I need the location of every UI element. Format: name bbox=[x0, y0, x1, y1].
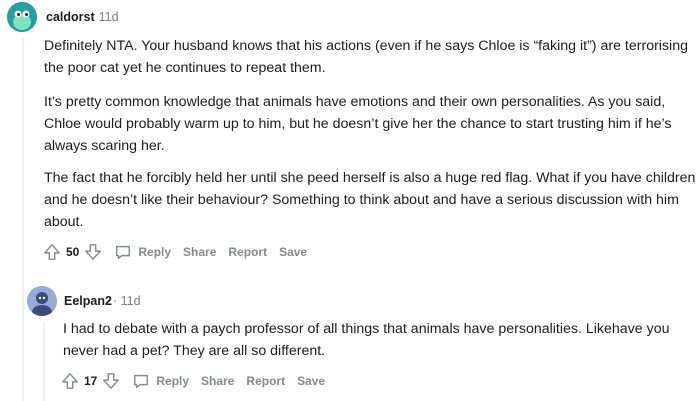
reply-icon bbox=[113, 242, 133, 262]
comment-paragraph: I had to debate with a paych professor o… bbox=[63, 321, 670, 359]
reply-button[interactable]: Reply bbox=[131, 371, 189, 391]
comment-paragraph: The fact that he forcibly held her until… bbox=[44, 170, 696, 230]
reply-label: Reply bbox=[138, 245, 172, 259]
comment-author[interactable]: Eelpan2 bbox=[64, 294, 112, 308]
upvote-icon[interactable] bbox=[42, 242, 62, 262]
reply-button[interactable]: Reply bbox=[113, 242, 171, 262]
report-button[interactable]: Report bbox=[228, 245, 267, 259]
avatar-icon[interactable] bbox=[27, 286, 57, 316]
save-button[interactable]: Save bbox=[279, 245, 307, 259]
thread-line[interactable] bbox=[22, 38, 24, 401]
comment-timestamp[interactable]: · 11d bbox=[113, 294, 141, 308]
share-button[interactable]: Share bbox=[183, 245, 216, 259]
avatar-icon[interactable] bbox=[7, 2, 37, 32]
downvote-icon[interactable] bbox=[101, 371, 121, 391]
thread-line-reply[interactable] bbox=[43, 322, 45, 401]
vote-score: 17 bbox=[84, 374, 98, 388]
comment-author[interactable]: caldorst bbox=[46, 10, 95, 24]
reply-icon bbox=[131, 371, 151, 391]
upvote-icon[interactable] bbox=[60, 371, 80, 391]
comment-paragraph: It’s pretty common knowledge that animal… bbox=[44, 94, 672, 154]
save-button[interactable]: Save bbox=[297, 374, 325, 388]
comment-timestamp[interactable]: · 11d bbox=[91, 10, 119, 24]
reply-label: Reply bbox=[156, 374, 190, 388]
vote-score: 50 bbox=[66, 245, 80, 259]
comment-paragraph: Definitely NTA. Your husband knows that … bbox=[44, 38, 688, 76]
report-button[interactable]: Report bbox=[246, 374, 285, 388]
comment-actions: 17 Reply Share Report Save bbox=[60, 369, 325, 393]
downvote-icon[interactable] bbox=[83, 242, 103, 262]
share-button[interactable]: Share bbox=[201, 374, 234, 388]
comment-actions: 50 Reply Share Report Save bbox=[42, 240, 307, 264]
